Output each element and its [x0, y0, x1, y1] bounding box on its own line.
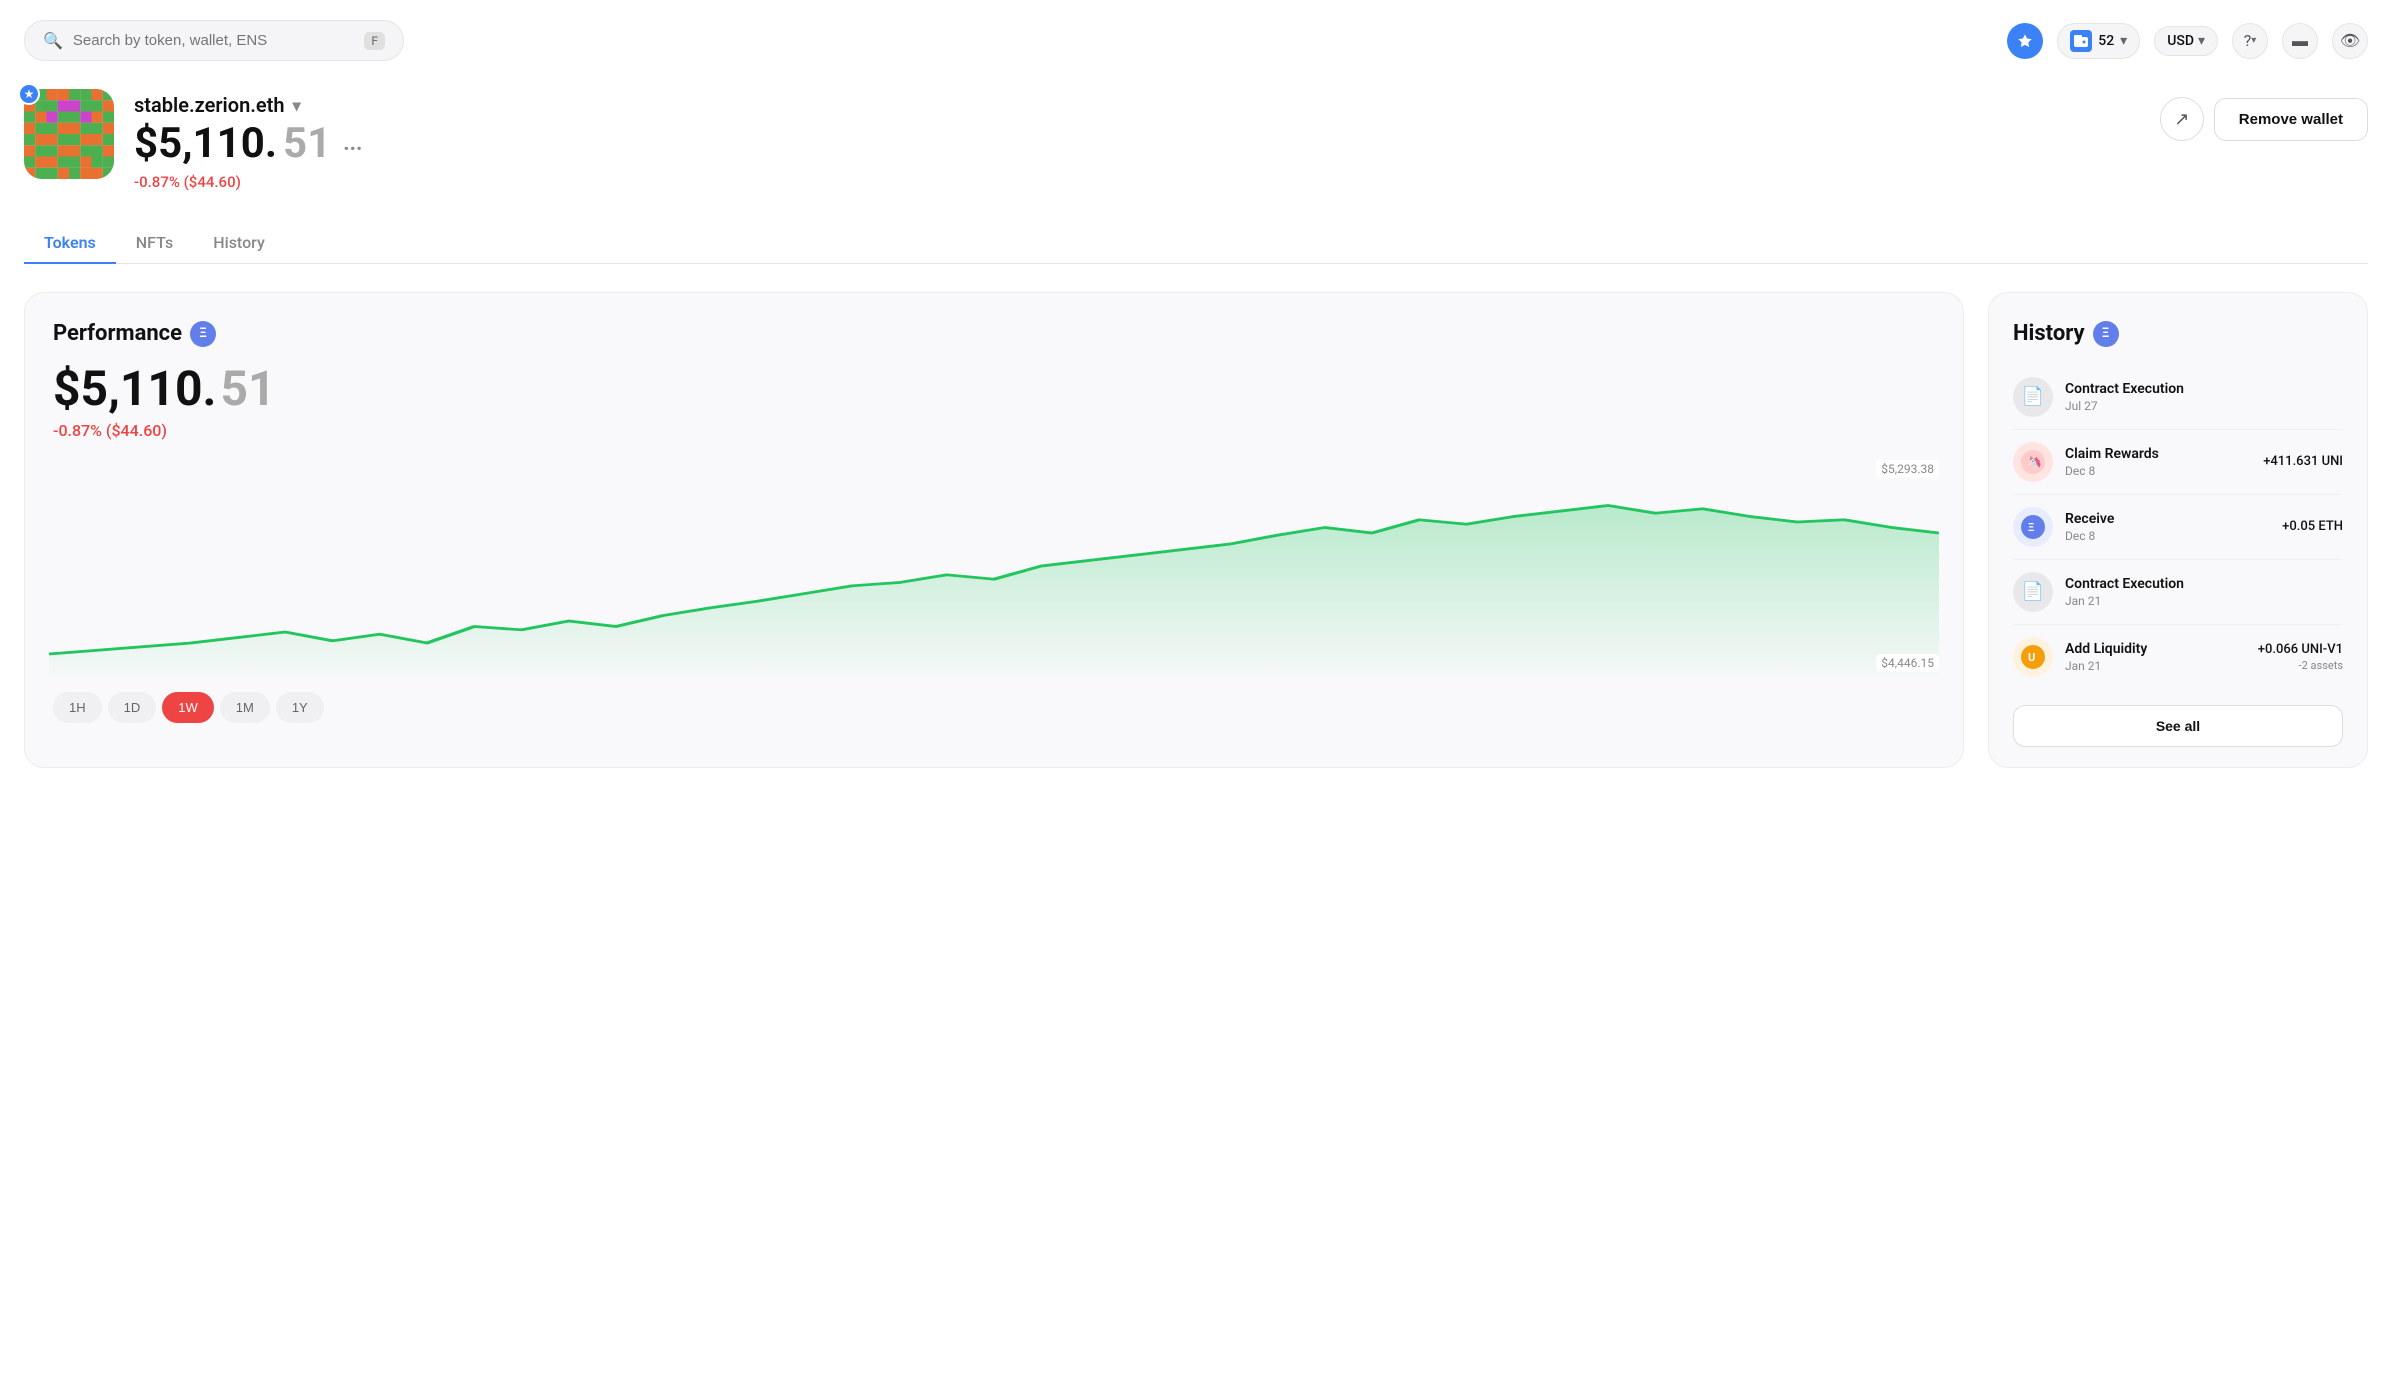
svg-text:Ξ: Ξ — [2028, 521, 2034, 534]
performance-chart: $5,293.38 $4,446.15 — [49, 456, 1939, 676]
perf-change: -0.87% ($44.60) — [53, 421, 1935, 440]
favorite-button[interactable] — [2007, 23, 2043, 59]
history-item[interactable]: 🦄 Claim Rewards Dec 8 +411.631 UNI — [2013, 430, 2343, 495]
contract-icon: 📄 — [2013, 377, 2053, 417]
wallet-count-pill[interactable]: 52 ▾ — [2057, 23, 2140, 59]
time-1d-button[interactable]: 1D — [108, 692, 157, 723]
history-panel: History Ξ 📄 Contract Execution Jul 27 🦄 … — [1988, 292, 2368, 768]
history-item-amount: +0.05 ETH — [2282, 519, 2343, 534]
header: 🔍 F 52 ▾ USD ▾ ? ▾ ▬ 👁 — [24, 20, 2368, 61]
chart-low-label: $4,446.15 — [1876, 654, 1939, 672]
eye-button[interactable]: 👁 — [2332, 23, 2368, 59]
performance-card: Performance Ξ $5,110.51 -0.87% ($44.60) … — [24, 292, 1964, 768]
history-item-info: Claim Rewards Dec 8 — [2065, 446, 2251, 478]
help-icon: ? — [2244, 31, 2252, 50]
history-item-amount: +411.631 UNI — [2263, 454, 2343, 469]
tab-tokens[interactable]: Tokens — [24, 223, 116, 264]
history-item-info: Receive Dec 8 — [2065, 511, 2270, 543]
wallet-name[interactable]: stable.zerion.eth ▾ — [134, 93, 368, 117]
chart-svg — [49, 456, 1939, 676]
performance-title: Performance Ξ — [53, 321, 1935, 347]
main-grid: Performance Ξ $5,110.51 -0.87% ($44.60) … — [24, 292, 2368, 768]
currency-selector[interactable]: USD ▾ — [2154, 26, 2218, 56]
wallet-left: ★ stable.zerion.eth ▾ $5,110.51 ... -0.8… — [24, 89, 368, 191]
search-input[interactable] — [73, 32, 354, 49]
wallet-actions: ↗ Remove wallet — [2160, 89, 2368, 141]
history-item[interactable]: Ξ Receive Dec 8 +0.05 ETH — [2013, 495, 2343, 560]
avatar-wrap: ★ — [24, 89, 114, 179]
wallet-name-chevron-icon: ▾ — [293, 96, 301, 115]
currency-label: USD — [2167, 33, 2194, 49]
time-1w-button[interactable]: 1W — [162, 692, 214, 723]
svg-text:🦄: 🦄 — [2027, 455, 2042, 469]
wallet-avatar — [24, 89, 114, 179]
eth-receive-icon: Ξ — [2013, 507, 2053, 547]
avatar-star-badge: ★ — [18, 83, 40, 105]
wallet-chevron-icon: ▾ — [2120, 33, 2127, 49]
share-button[interactable]: ↗ — [2160, 97, 2204, 141]
liquidity-icon: U — [2013, 637, 2053, 677]
contract2-icon: 📄 — [2013, 572, 2053, 612]
history-item-info: Add Liquidity Jan 21 — [2065, 641, 2246, 673]
history-item[interactable]: 📄 Contract Execution Jan 21 — [2013, 560, 2343, 625]
history-eth-icon: Ξ — [2093, 321, 2119, 347]
wallet-balance-cents: 51 — [283, 123, 331, 165]
history-item-info: Contract Execution Jan 21 — [2065, 576, 2343, 608]
wallet-change: -0.87% ($44.60) — [134, 173, 368, 191]
time-1m-button[interactable]: 1M — [220, 692, 270, 723]
svg-text:U: U — [2028, 651, 2035, 664]
claim-icon: 🦄 — [2013, 442, 2053, 482]
help-button[interactable]: ? ▾ — [2232, 23, 2268, 59]
share-icon: ↗ — [2174, 109, 2189, 130]
history-item[interactable]: U Add Liquidity Jan 21 +0.066 UNI-V1 -2 … — [2013, 625, 2343, 689]
eye-icon: 👁 — [2340, 31, 2360, 50]
tab-nfts[interactable]: NFTs — [116, 223, 194, 264]
time-1h-button[interactable]: 1H — [53, 692, 102, 723]
eth-icon: Ξ — [190, 321, 216, 347]
remove-wallet-button[interactable]: Remove wallet — [2214, 98, 2368, 141]
perf-cents: 51 — [220, 365, 275, 413]
time-filters: 1H 1D 1W 1M 1Y — [53, 692, 1935, 723]
time-1y-button[interactable]: 1Y — [276, 692, 324, 723]
wallet-section: ★ stable.zerion.eth ▾ $5,110.51 ... -0.8… — [24, 89, 2368, 191]
history-item[interactable]: 📄 Contract Execution Jul 27 — [2013, 365, 2343, 430]
history-item-info: Contract Execution Jul 27 — [2065, 381, 2343, 413]
see-all-button[interactable]: See all — [2013, 705, 2343, 747]
wallet-more-button[interactable]: ... — [337, 133, 368, 155]
history-item-amounts: +0.066 UNI-V1 -2 assets — [2258, 642, 2343, 672]
perf-balance: $5,110.51 — [53, 365, 1935, 413]
tabs: Tokens NFTs History — [24, 223, 2368, 264]
perf-dollars: $5,110. — [53, 365, 216, 413]
wallet-icon — [2070, 30, 2092, 52]
currency-chevron-icon: ▾ — [2198, 33, 2205, 49]
chart-high-label: $5,293.38 — [1876, 460, 1939, 478]
search-kbd: F — [364, 32, 385, 50]
card-button[interactable]: ▬ — [2282, 23, 2318, 59]
search-bar[interactable]: 🔍 F — [24, 20, 404, 61]
wallet-balance-dollars: $5,110. — [134, 123, 277, 165]
wallet-balance: $5,110.51 ... — [134, 123, 368, 165]
wallet-info: stable.zerion.eth ▾ $5,110.51 ... -0.87%… — [134, 89, 368, 191]
help-chevron-icon: ▾ — [2251, 35, 2256, 46]
tab-history[interactable]: History — [193, 223, 285, 264]
history-title: History Ξ — [2013, 321, 2343, 347]
card-icon: ▬ — [2292, 31, 2308, 51]
wallet-count: 52 — [2098, 33, 2114, 49]
header-right: 52 ▾ USD ▾ ? ▾ ▬ 👁 — [2007, 23, 2368, 59]
search-icon: 🔍 — [43, 31, 63, 50]
